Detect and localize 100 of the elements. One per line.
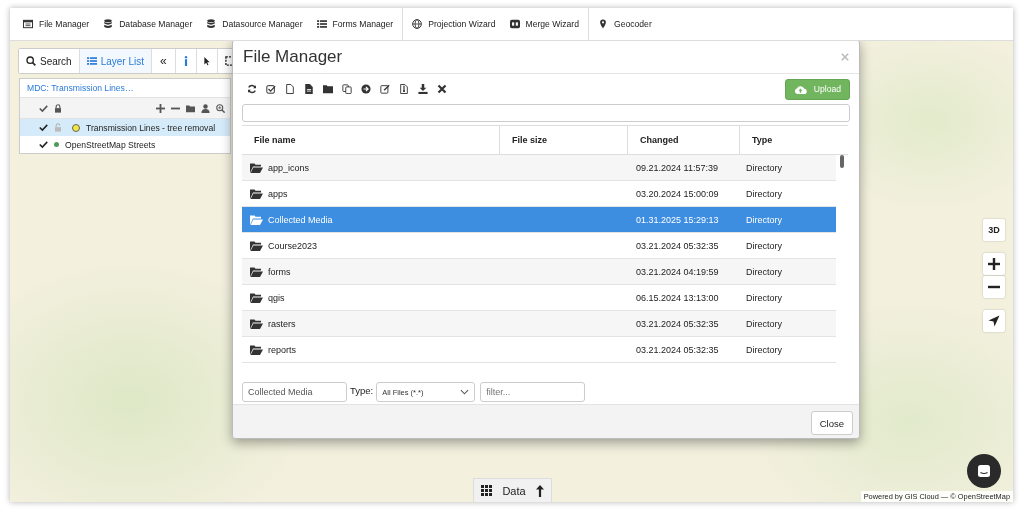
layer-list-button[interactable]: Layer List bbox=[79, 49, 153, 73]
3d-view-button[interactable]: 3D bbox=[983, 219, 1005, 241]
file-type: Directory bbox=[745, 161, 783, 175]
menu-link[interactable]: Merge Wizard bbox=[502, 19, 586, 29]
data-panel-label: Data bbox=[502, 484, 526, 497]
changed-date: 09.21.2024 11:57:39 bbox=[635, 161, 719, 175]
user-icon[interactable] bbox=[201, 103, 210, 113]
folder-icon[interactable] bbox=[186, 103, 195, 113]
file-type: Directory bbox=[745, 291, 783, 305]
file-zip-icon[interactable] bbox=[399, 84, 409, 94]
search-button[interactable]: Search bbox=[19, 49, 80, 73]
list-icon bbox=[86, 56, 97, 66]
arrow-right-circle-icon[interactable] bbox=[361, 84, 371, 94]
arrow-up-icon bbox=[535, 484, 544, 497]
window-icon bbox=[23, 19, 33, 29]
file-row[interactable]: app_icons 09.21.2024 11:57:39 Directory bbox=[242, 155, 836, 181]
layer-row[interactable]: OpenStreetMap Streets bbox=[20, 136, 230, 153]
menu-link[interactable]: Geocoder bbox=[591, 19, 659, 29]
checkbox-icon[interactable] bbox=[266, 84, 276, 94]
menu-link[interactable]: Database Manager bbox=[96, 19, 200, 29]
file-type: Directory bbox=[745, 343, 783, 357]
dialog-title: File Manager bbox=[243, 46, 343, 67]
layer-row[interactable]: Transmission Lines - tree removal bbox=[20, 119, 230, 136]
chat-icon bbox=[977, 464, 991, 478]
map-pin-icon bbox=[598, 19, 608, 29]
folder-icon bbox=[250, 266, 263, 277]
file-row[interactable]: rasters 03.21.2024 05:32:35 Directory bbox=[242, 311, 836, 337]
close-button[interactable]: Close bbox=[810, 411, 853, 435]
zoom-out-button[interactable] bbox=[983, 276, 1005, 298]
new-file-icon[interactable] bbox=[285, 84, 295, 94]
list-icon bbox=[316, 19, 327, 29]
file-type: Directory bbox=[745, 239, 783, 253]
changed-date: 03.20.2024 15:00:09 bbox=[635, 187, 720, 201]
scrollbar-thumb[interactable] bbox=[840, 155, 844, 168]
check-icon[interactable] bbox=[39, 140, 48, 149]
data-panel-tab[interactable]: Data bbox=[473, 478, 552, 502]
navigation-arrow-icon bbox=[988, 315, 1000, 327]
file-row[interactable]: reports 03.21.2024 05:32:35 Directory bbox=[242, 337, 836, 363]
menu-link[interactable]: Forms Manager bbox=[309, 19, 401, 29]
layer-name: Transmission Lines - tree removal bbox=[86, 122, 216, 133]
folder-icon[interactable] bbox=[323, 84, 333, 94]
file-name: reports bbox=[268, 344, 296, 355]
delete-icon[interactable] bbox=[437, 84, 447, 94]
cloud-upload-icon bbox=[793, 84, 807, 94]
check-icon[interactable] bbox=[39, 103, 48, 113]
path-field[interactable]: Collected Media bbox=[242, 382, 347, 402]
refresh-icon[interactable] bbox=[247, 84, 257, 94]
type-label: Type: bbox=[350, 384, 374, 396]
file-type: Directory bbox=[745, 213, 783, 227]
chat-button[interactable] bbox=[967, 454, 1001, 488]
box-select-icon bbox=[224, 56, 235, 66]
changed-date: 03.21.2024 05:32:35 bbox=[635, 343, 720, 357]
locate-button[interactable] bbox=[983, 310, 1005, 332]
search-field[interactable] bbox=[242, 104, 850, 122]
folder-icon bbox=[250, 318, 263, 329]
zoom-in-button[interactable] bbox=[983, 253, 1005, 275]
download-icon[interactable] bbox=[418, 84, 428, 94]
file-name: forms bbox=[268, 266, 291, 277]
folder-icon bbox=[250, 344, 263, 355]
zoom-in-icon[interactable] bbox=[216, 103, 225, 113]
edit-icon[interactable] bbox=[380, 84, 390, 94]
file-name: app_icons bbox=[268, 162, 310, 173]
globe-icon bbox=[412, 19, 423, 29]
file-type: Directory bbox=[745, 187, 783, 201]
plus-icon[interactable] bbox=[156, 103, 165, 113]
info-icon bbox=[182, 56, 189, 66]
file-name: Collected Media bbox=[268, 214, 333, 225]
file-row[interactable]: forms 03.21.2024 04:19:59 Directory bbox=[242, 259, 836, 285]
grid-icon bbox=[481, 485, 493, 496]
folder-icon bbox=[250, 214, 263, 225]
changed-date: 01.31.2025 15:29:13 bbox=[635, 213, 720, 227]
menu-link[interactable]: Datasource Manager bbox=[199, 19, 310, 29]
document-icon[interactable] bbox=[304, 84, 314, 94]
file-type: Directory bbox=[745, 317, 783, 331]
check-icon[interactable] bbox=[39, 123, 48, 132]
folder-icon bbox=[250, 162, 263, 173]
column-header[interactable]: Changed bbox=[628, 126, 740, 154]
file-name: apps bbox=[268, 188, 288, 199]
lock-icon[interactable] bbox=[54, 103, 62, 113]
cursor-icon bbox=[203, 56, 210, 66]
column-header[interactable]: File name bbox=[242, 126, 500, 154]
merge-icon bbox=[509, 19, 520, 29]
file-name: Course2023 bbox=[268, 240, 318, 251]
layer-name: OpenStreetMap Streets bbox=[65, 139, 156, 150]
changed-date: 06.15.2024 13:13:00 bbox=[635, 291, 720, 305]
column-header[interactable]: File size bbox=[500, 126, 628, 154]
database-icon bbox=[206, 19, 217, 29]
database-icon bbox=[103, 19, 114, 29]
menu-link[interactable]: File Manager bbox=[16, 19, 97, 29]
filter-field[interactable]: filter... bbox=[480, 382, 586, 402]
changed-date: 03.21.2024 05:32:35 bbox=[635, 317, 720, 331]
column-header[interactable]: Type bbox=[740, 126, 836, 154]
file-name: rasters bbox=[268, 318, 296, 329]
copy-icon[interactable] bbox=[342, 84, 352, 94]
folder-icon bbox=[250, 240, 263, 251]
changed-date: 03.21.2024 04:19:59 bbox=[635, 265, 720, 279]
menu-link[interactable]: Projection Wizard bbox=[405, 19, 503, 29]
plus-icon bbox=[988, 258, 1000, 270]
file-name: qgis bbox=[268, 292, 285, 303]
folder-icon bbox=[250, 188, 263, 199]
